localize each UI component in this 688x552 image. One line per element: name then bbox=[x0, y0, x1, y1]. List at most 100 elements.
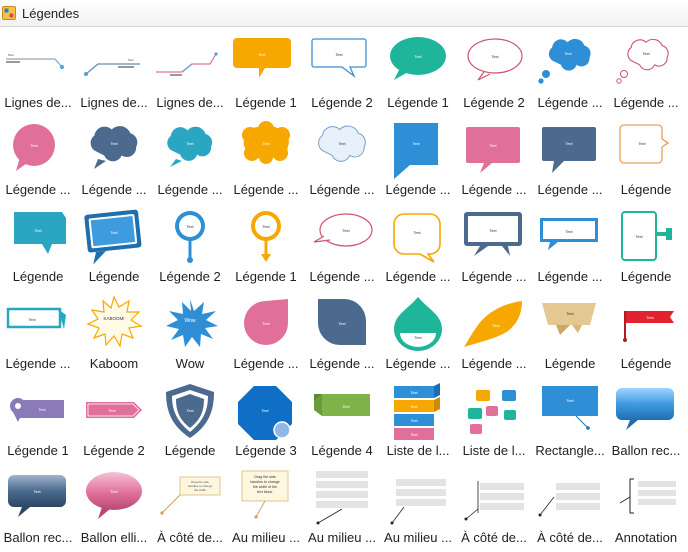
shape-label: Légende ... bbox=[537, 269, 603, 284]
svg-text:Text: Text bbox=[262, 321, 270, 326]
shape-label: Légende ... bbox=[157, 182, 223, 197]
shape-item-cloud-teal[interactable]: Text Légende ... bbox=[152, 114, 228, 201]
shape-item-line-callout-1[interactable]: Text Lignes de... bbox=[0, 27, 76, 114]
round-bubble-outline-yellow-icon: Text bbox=[393, 213, 441, 263]
shape-item-stacked-list[interactable]: Text Text Text Text Liste de l... bbox=[380, 375, 456, 462]
shape-item-rect-bubble-outline-orange[interactable]: Text Légende bbox=[608, 114, 684, 201]
shape-item-cloud-orange[interactable]: Text Légende ... bbox=[228, 114, 304, 201]
svg-text:Text: Text bbox=[642, 51, 650, 56]
shape-label: Légende bbox=[12, 269, 64, 284]
shape-label: Légende 1 bbox=[235, 95, 297, 110]
shape-item-ribbon-beige[interactable]: Text Légende bbox=[532, 288, 608, 375]
svg-text:Text: Text bbox=[30, 143, 38, 148]
rect-bubble-navy-frame-icon: Text bbox=[464, 212, 522, 256]
shape-item-rect-bubble-orange[interactable]: Text Légende 1 bbox=[228, 27, 304, 114]
shape-item-cloud-navy[interactable]: Text Légende ... bbox=[76, 114, 152, 201]
cloud-thought-blue-icon: Text bbox=[538, 38, 591, 84]
shape-item-middle-lines-2[interactable]: Au milieu ... bbox=[380, 462, 456, 549]
shape-item-shield-navy[interactable]: Text Légende bbox=[152, 375, 228, 462]
shape-item-square-bubble-navy[interactable]: Text Légende ... bbox=[532, 114, 608, 201]
shape-item-rect-callout-blue[interactable]: Text Rectangle... bbox=[532, 375, 608, 462]
shape-item-arrow-label-pink[interactable]: Text Légende 2 bbox=[76, 375, 152, 462]
shape-item-tilted-bubble-blue[interactable]: Text Légende bbox=[76, 201, 152, 288]
svg-text:Text: Text bbox=[186, 224, 194, 229]
shape-item-phone-bubble-teal[interactable]: Text Légende bbox=[608, 201, 684, 288]
shape-item-pin-bubble-blue[interactable]: Text Légende 2 bbox=[152, 201, 228, 288]
shape-item-line-callout-2[interactable]: Text Lignes de... bbox=[76, 27, 152, 114]
shape-item-rect-bubble-outline-blue[interactable]: Text Légende 2 bbox=[304, 27, 380, 114]
shape-item-glossy-rect-navy[interactable]: Text Ballon rec... bbox=[0, 462, 76, 549]
shape-item-trapezoid-bubble-teal[interactable]: Text Légende bbox=[0, 201, 76, 288]
shape-item-banner-green[interactable]: Text Légende 4 bbox=[304, 375, 380, 462]
svg-text:Text: Text bbox=[110, 489, 118, 494]
svg-text:the width of the: the width of the bbox=[253, 485, 277, 489]
shape-item-leaf-bubble-yellow[interactable]: Text Légende ... bbox=[456, 288, 532, 375]
shape-label: Wow bbox=[175, 356, 205, 371]
shape-item-pin-bubble-orange[interactable]: Text Légende 1 bbox=[228, 201, 304, 288]
shape-item-side-lines-2[interactable]: À côté de... bbox=[532, 462, 608, 549]
shape-item-round-bubble-outline-yellow[interactable]: Text Légende ... bbox=[380, 201, 456, 288]
shape-item-pin-label-purple[interactable]: Text Légende 1 bbox=[0, 375, 76, 462]
shape-item-square-bubble-pink[interactable]: Text Légende ... bbox=[456, 114, 532, 201]
svg-text:Text: Text bbox=[638, 141, 646, 146]
svg-text:Text: Text bbox=[186, 141, 194, 146]
shield-navy-icon: Text bbox=[166, 384, 214, 438]
shape-label: Au milieu ... bbox=[308, 530, 376, 545]
shape-item-round-bubble-pink[interactable]: Text Légende ... bbox=[0, 114, 76, 201]
shape-label: Légende bbox=[620, 182, 672, 197]
rect-bubble-outline-orange-icon: Text bbox=[619, 124, 669, 164]
svg-text:Text: Text bbox=[186, 408, 194, 413]
shape-item-oval-bubble-outline-pink-2[interactable]: Text Légende ... bbox=[304, 201, 380, 288]
shape-item-middle-lines-1[interactable]: Au milieu ... bbox=[304, 462, 380, 549]
shape-item-drop-bubble-green[interactable]: Text Légende ... bbox=[380, 288, 456, 375]
shape-item-arrow-box-teal[interactable]: Text Légende ... bbox=[0, 288, 76, 375]
shape-item-wow-burst[interactable]: Wow Wow bbox=[152, 288, 228, 375]
shape-item-flag-red[interactable]: Text Légende bbox=[608, 288, 684, 375]
round-bubble-pink-icon: Text bbox=[13, 124, 55, 171]
shape-item-kaboom-burst[interactable]: KABOOM! Kaboom bbox=[76, 288, 152, 375]
glossy-oval-pink-icon: Text bbox=[86, 472, 142, 519]
side-lines-2-icon bbox=[538, 483, 600, 517]
shape-item-annotation-bracket[interactable]: Annotation bbox=[608, 462, 684, 549]
shape-label: Liste de l... bbox=[462, 443, 526, 458]
shape-label: Légende 2 bbox=[159, 269, 221, 284]
shape-item-rect-bubble-navy-frame[interactable]: Text Légende ... bbox=[456, 201, 532, 288]
shape-label: Légende ... bbox=[385, 182, 451, 197]
shapes-library-icon bbox=[2, 6, 16, 20]
shape-item-glossy-oval-pink[interactable]: Text Ballon elli... bbox=[76, 462, 152, 549]
shape-item-side-lines-1[interactable]: À côté de... bbox=[456, 462, 532, 549]
shape-label: Légende ... bbox=[309, 182, 375, 197]
shape-label: Liste de l... bbox=[386, 443, 450, 458]
shape-item-oval-bubble-teal[interactable]: Text Légende 1 bbox=[380, 27, 456, 114]
shape-item-cloud-thought-blue[interactable]: Text Légende ... bbox=[532, 27, 608, 114]
svg-text:Text: Text bbox=[410, 390, 418, 395]
shape-item-side-text-block-1[interactable]: Drag the side handles to change the width À… bbox=[152, 462, 228, 549]
shape-label: Légende bbox=[620, 356, 672, 371]
svg-text:Text: Text bbox=[38, 407, 46, 412]
svg-text:Text: Text bbox=[258, 52, 266, 57]
square-bubble-pink-icon: Text bbox=[466, 127, 520, 173]
shape-item-cloud-light-blue[interactable]: Text Légende ... bbox=[304, 114, 380, 201]
svg-text:Text: Text bbox=[262, 141, 270, 146]
shape-item-flag-bubble-blue[interactable]: Text Légende ... bbox=[380, 114, 456, 201]
shape-item-drop-bubble-pink[interactable]: Text Légende ... bbox=[228, 288, 304, 375]
shape-item-cloud-thought-outline-pink[interactable]: Text Légende ... bbox=[608, 27, 684, 114]
shape-label: Ballon rec... bbox=[3, 530, 73, 545]
shape-item-middle-text-block-1[interactable]: Drag the side handles to change the width … bbox=[228, 462, 304, 549]
rect-callout-blue-icon: Text bbox=[542, 386, 598, 430]
svg-text:Text: Text bbox=[338, 141, 346, 146]
library-title: Légendes bbox=[22, 5, 80, 21]
library-header[interactable]: Légendes bbox=[0, 0, 688, 27]
svg-text:Text: Text bbox=[108, 408, 116, 413]
flag-bubble-blue-icon: Text bbox=[394, 123, 438, 179]
shape-item-line-callout-3[interactable]: Lignes de... bbox=[152, 27, 228, 114]
svg-text:Text: Text bbox=[565, 141, 573, 146]
shape-item-small-bubbles-list[interactable]: Liste de l... bbox=[456, 375, 532, 462]
shape-item-rect-bubble-blue-frame[interactable]: Text Légende ... bbox=[532, 201, 608, 288]
shape-item-oval-bubble-outline-pink[interactable]: Text Légende 2 bbox=[456, 27, 532, 114]
svg-text:Text: Text bbox=[566, 311, 574, 316]
shape-item-leaf-bubble-navy[interactable]: Text Légende ... bbox=[304, 288, 380, 375]
shape-item-glossy-rect-blue[interactable]: Ballon rec... bbox=[608, 375, 684, 462]
shape-label: Kaboom bbox=[89, 356, 139, 371]
shape-item-octagon-blue[interactable]: Text Légende 3 bbox=[228, 375, 304, 462]
